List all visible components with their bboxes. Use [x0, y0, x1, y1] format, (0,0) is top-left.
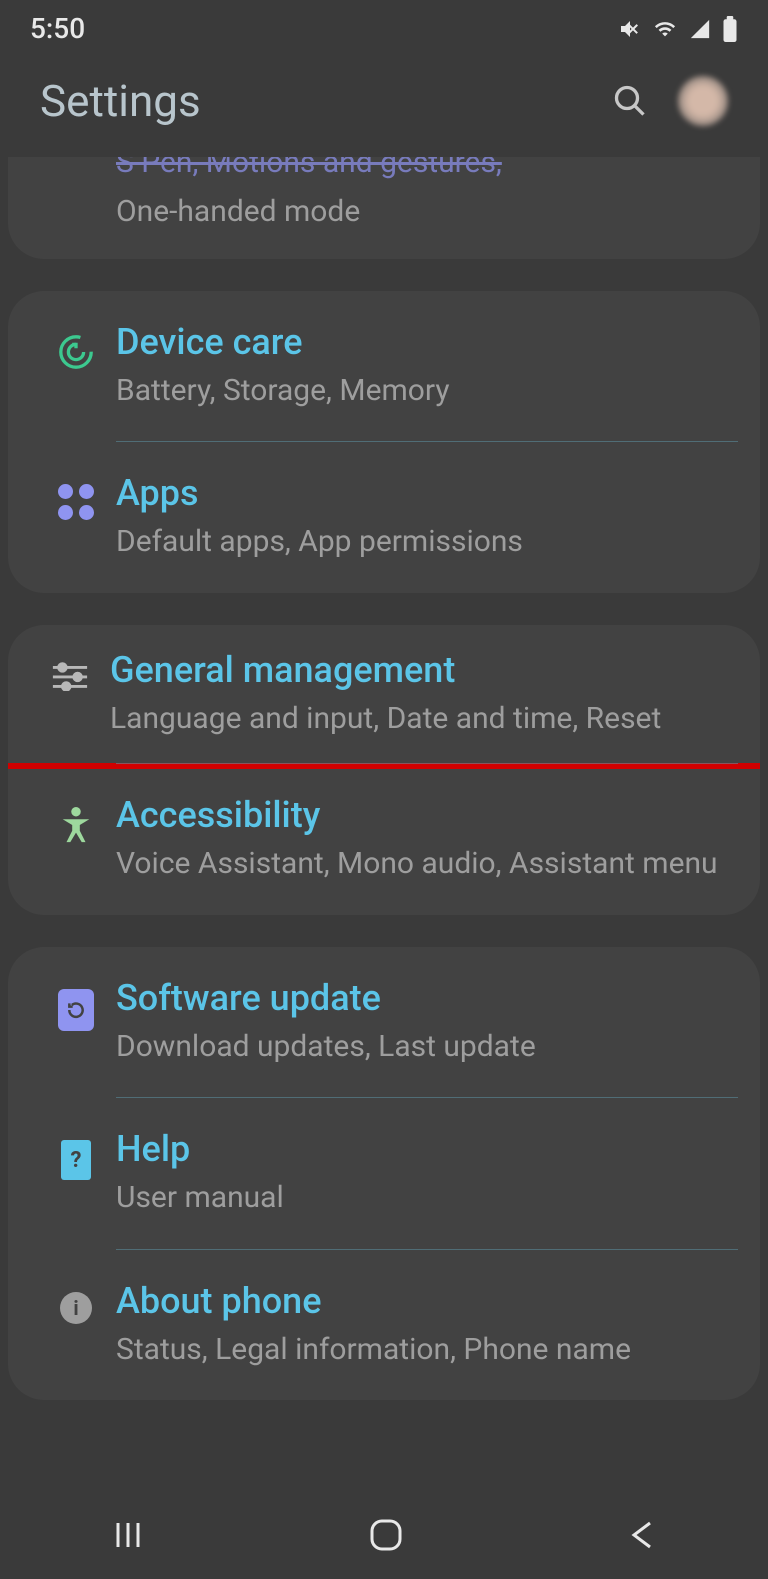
home-button[interactable]: [369, 1518, 403, 1552]
software-update-icon: [58, 989, 94, 1031]
settings-item-apps[interactable]: Apps Default apps, App permissions: [8, 442, 760, 593]
status-bar: 5:50: [0, 0, 768, 57]
help-icon: ?: [61, 1140, 91, 1180]
settings-item-help[interactable]: ? Help User manual: [8, 1098, 760, 1249]
icon-wrap: [36, 157, 116, 169]
item-subtitle: Voice Assistant, Mono audio, Assistant m…: [116, 844, 732, 885]
sliders-icon: [51, 661, 89, 691]
icon-wrap: [36, 977, 116, 1031]
settings-item-about-phone[interactable]: i About phone Status, Legal information,…: [8, 1250, 760, 1401]
back-button[interactable]: [628, 1519, 656, 1551]
header: Settings: [0, 57, 768, 157]
item-subtitle: Language and input, Date and time, Reset: [110, 699, 738, 740]
item-title: General management: [110, 649, 738, 691]
item-title: About phone: [116, 1280, 732, 1322]
item-title: Device care: [116, 321, 732, 363]
status-time: 5:50: [30, 12, 85, 45]
item-text: S Pen, Motions and gestures, One-handed …: [116, 157, 732, 233]
signal-icon: [688, 18, 712, 40]
item-text: Help User manual: [116, 1128, 732, 1219]
icon-wrap: [30, 649, 110, 691]
avatar[interactable]: [678, 76, 728, 126]
item-text: Accessibility Voice Assistant, Mono audi…: [116, 794, 732, 885]
page-title: Settings: [40, 75, 201, 127]
settings-card: Software update Download updates, Last u…: [8, 947, 760, 1401]
item-text: General management Language and input, D…: [110, 649, 738, 740]
info-icon: i: [60, 1292, 92, 1324]
item-title: Help: [116, 1128, 732, 1170]
item-title: Accessibility: [116, 794, 732, 836]
item-text: About phone Status, Legal information, P…: [116, 1280, 732, 1371]
item-subtitle: Default apps, App permissions: [116, 522, 732, 563]
settings-item-accessibility[interactable]: Accessibility Voice Assistant, Mono audi…: [8, 764, 760, 915]
settings-item-device-care[interactable]: Device care Battery, Storage, Memory: [8, 291, 760, 442]
item-text: Apps Default apps, App permissions: [116, 472, 732, 563]
navigation-bar: [0, 1491, 768, 1579]
status-icons: [618, 16, 738, 42]
settings-card: General management Language and input, D…: [8, 625, 760, 915]
item-subtitle: One-handed mode: [116, 192, 732, 233]
icon-wrap: i: [36, 1280, 116, 1324]
icon-wrap: [36, 472, 116, 520]
header-actions: [612, 76, 728, 126]
mute-icon: [618, 17, 642, 41]
settings-content: S Pen, Motions and gestures, One-handed …: [0, 157, 768, 1400]
recents-button[interactable]: [112, 1519, 144, 1551]
item-subtitle: User manual: [116, 1178, 732, 1219]
accessibility-icon: [60, 806, 92, 844]
apps-icon: [58, 484, 94, 520]
battery-icon: [722, 16, 738, 42]
item-title: Apps: [116, 472, 732, 514]
icon-wrap: ?: [36, 1128, 116, 1180]
item-text: Software update Download updates, Last u…: [116, 977, 732, 1068]
item-subtitle: Status, Legal information, Phone name: [116, 1330, 732, 1371]
item-subtitle: Download updates, Last update: [116, 1027, 732, 1068]
item-title: Software update: [116, 977, 732, 1019]
search-icon[interactable]: [612, 83, 648, 119]
item-text: Device care Battery, Storage, Memory: [116, 321, 732, 412]
wifi-icon: [652, 18, 678, 40]
icon-wrap: [36, 321, 116, 371]
settings-item-advanced[interactable]: S Pen, Motions and gestures, One-handed …: [8, 157, 760, 259]
icon-wrap: [36, 794, 116, 844]
settings-item-software-update[interactable]: Software update Download updates, Last u…: [8, 947, 760, 1098]
device-care-icon: [57, 333, 95, 371]
settings-card-partial: S Pen, Motions and gestures, One-handed …: [8, 157, 760, 259]
item-title-fragment: S Pen, Motions and gestures,: [116, 157, 732, 180]
settings-card: Device care Battery, Storage, Memory App…: [8, 291, 760, 593]
item-subtitle: Battery, Storage, Memory: [116, 371, 732, 412]
settings-item-general-management[interactable]: General management Language and input, D…: [8, 625, 760, 770]
